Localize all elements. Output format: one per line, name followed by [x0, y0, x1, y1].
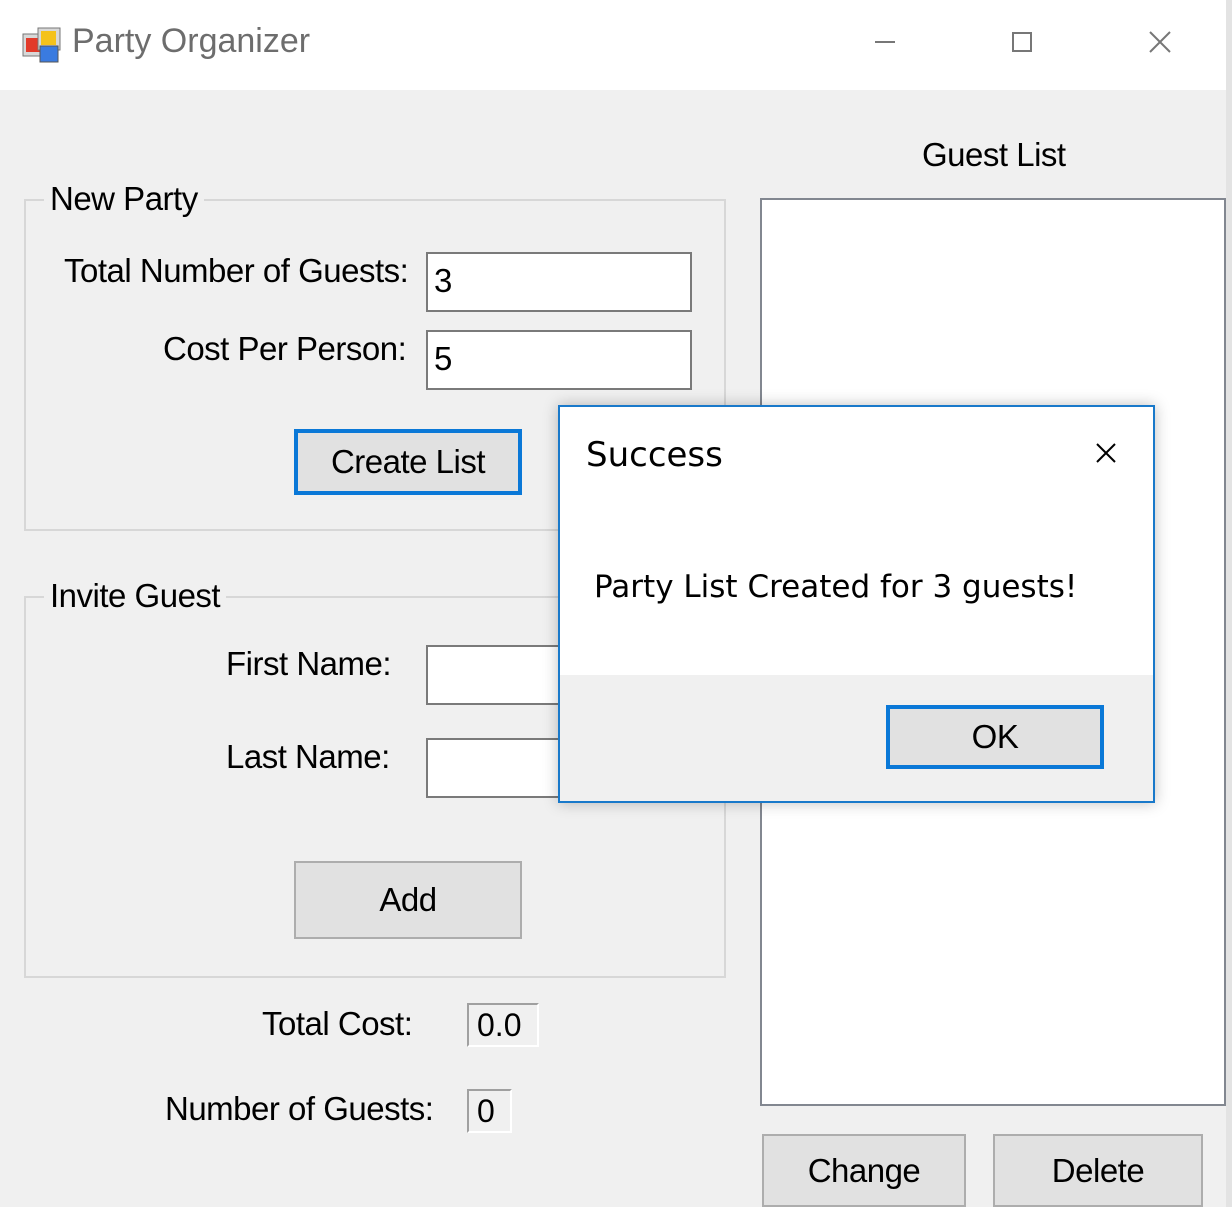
number-of-guests-value: 0: [467, 1089, 512, 1133]
cost-per-person-label: Cost Per Person:: [163, 330, 407, 367]
minimize-icon[interactable]: [855, 20, 915, 64]
new-party-group-label: New Party: [44, 180, 204, 218]
total-cost-label: Total Cost:: [262, 1005, 413, 1042]
close-icon[interactable]: [1130, 20, 1190, 64]
change-button[interactable]: Change: [762, 1134, 966, 1207]
ok-button[interactable]: OK: [886, 705, 1104, 769]
first-name-label: First Name:: [226, 645, 392, 682]
maximize-icon[interactable]: [992, 20, 1052, 64]
window-border: [1226, 0, 1232, 1207]
guest-list-title: Guest List: [922, 136, 1066, 173]
close-icon[interactable]: [1080, 429, 1132, 477]
window-title: Party Organizer: [72, 22, 311, 60]
number-of-guests-label: Number of Guests:: [165, 1090, 434, 1127]
dialog-message: Party List Created for 3 guests!: [594, 569, 1078, 605]
title-bar[interactable]: Party Organizer: [0, 0, 1232, 90]
add-button[interactable]: Add: [294, 861, 522, 939]
total-guests-input[interactable]: 3: [426, 252, 692, 312]
dialog-footer: OK: [560, 675, 1153, 801]
delete-button[interactable]: Delete: [993, 1134, 1203, 1207]
create-list-button[interactable]: Create List: [294, 429, 522, 495]
total-cost-value: 0.0: [467, 1003, 539, 1047]
app-windows-icon: [22, 26, 62, 66]
invite-guest-group-label: Invite Guest: [44, 577, 227, 615]
total-guests-label: Total Number of Guests:: [64, 252, 409, 289]
dialog-title: Success: [586, 435, 723, 475]
success-dialog: Success Party List Created for 3 guests!…: [558, 405, 1155, 803]
last-name-label: Last Name:: [226, 738, 390, 775]
cost-per-person-input[interactable]: 5: [426, 330, 692, 390]
